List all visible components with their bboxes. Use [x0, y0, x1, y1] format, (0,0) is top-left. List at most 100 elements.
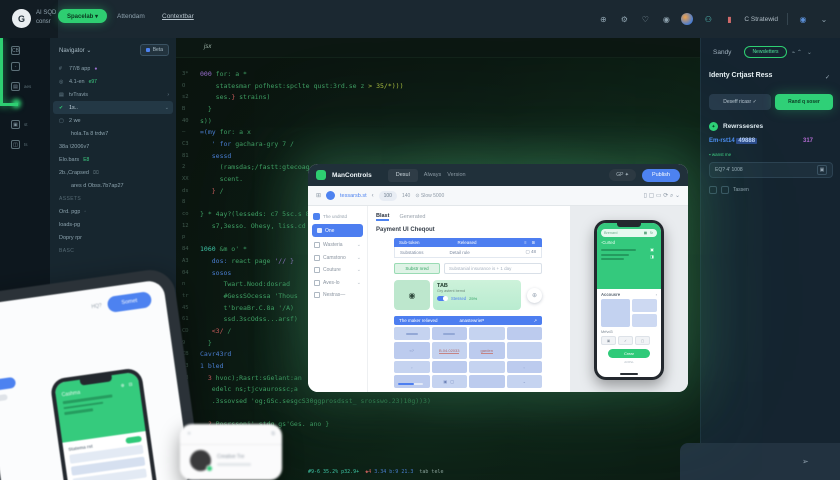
window-tab-design[interactable]: Desul	[388, 169, 418, 182]
segment-option[interactable]: ▢	[635, 336, 650, 345]
globe-avatar-icon[interactable]	[681, 13, 693, 25]
rail-item[interactable]: ▣st	[11, 120, 28, 129]
value-field[interactable]: EQ? 4' 1008 ▣	[709, 162, 833, 178]
phone-cta-button[interactable]: Crear	[608, 349, 650, 358]
gear-icon[interactable]: ⚙	[618, 13, 630, 25]
grid-cell[interactable]: ⌄	[507, 375, 543, 388]
resource-link[interactable]: Em-rst14 49888	[709, 138, 757, 144]
filter-tag[interactable]: Substr nred	[394, 263, 440, 274]
tablet-primary-button[interactable]: Somet	[107, 291, 153, 313]
rail-item[interactable]: CB	[11, 46, 20, 55]
card-link[interactable]: Stessed	[451, 296, 466, 301]
users-icon[interactable]: ⚇	[702, 13, 714, 25]
explorer-item[interactable]: hola.Ta 8 trdw7	[50, 127, 176, 140]
project-link[interactable]: tessarsb.st	[340, 193, 367, 199]
dashboard-sidebar-item[interactable]: Aves-lo⌄	[308, 277, 367, 290]
rail-item[interactable]: ◦	[11, 62, 20, 71]
back-icon[interactable]: ‹	[372, 193, 374, 199]
rail-item[interactable]: ▤aes	[11, 82, 31, 91]
rail-item[interactable]: ◫ts	[11, 140, 28, 149]
heart-icon[interactable]: ♡	[639, 13, 651, 25]
grid-cell[interactable]: ▫	[507, 361, 543, 373]
nav-item-1[interactable]: Attendam	[117, 13, 145, 20]
grid-cell[interactable]	[469, 361, 505, 373]
grid-cell[interactable]	[601, 299, 630, 327]
expand-icon[interactable]: ↗	[534, 318, 537, 323]
phone-search-bar[interactable]: Brenard ▦ ↻	[601, 229, 657, 237]
add-button[interactable]: ⊕	[527, 288, 542, 303]
window-menu-2[interactable]: Version	[447, 172, 465, 178]
dashboard-sidebar-item[interactable]: Camstono⌄	[308, 252, 367, 265]
copy-icon[interactable]: ▣	[650, 247, 654, 252]
beta-toggle[interactable]: Beta	[140, 44, 169, 56]
target-icon[interactable]: ⊕	[597, 13, 609, 25]
editor-tab-jsx[interactable]: jsx	[204, 44, 211, 50]
panel-list-row[interactable]: Tassen	[709, 186, 749, 194]
grid-cell[interactable]: ≈?	[394, 342, 430, 359]
explorer-item[interactable]: ◎4.1-ene97	[50, 75, 176, 88]
close-icon[interactable]: ✕	[187, 431, 191, 437]
table-header-icons[interactable]: ≡ ⊞	[524, 240, 537, 245]
device-toolbar-icons[interactable]: ▯ ▢ ▭ ⟳ ⌕ ⌄	[644, 192, 680, 200]
tab-card[interactable]: TAB Gry astent bemd Stessed 25%	[433, 280, 521, 310]
newsletters-pill[interactable]: Newsletters	[744, 46, 786, 58]
window-titlebar[interactable]: ManControls Desul Always Version GP ✦ Pu…	[308, 164, 688, 186]
send-icon[interactable]: ➢	[802, 457, 809, 466]
panel-chevron-icon[interactable]: ⌄	[807, 49, 812, 56]
explorer-item[interactable]: loads-pg	[50, 218, 176, 231]
dashboard-sidebar-item[interactable]: Wasteria⌄	[308, 239, 367, 252]
cell-link[interactable]: B.04.02033	[439, 348, 459, 354]
chevron-down-icon[interactable]: ⌄	[818, 13, 830, 25]
grid-cell[interactable]: ▣ ▢	[432, 375, 468, 388]
qr-icon[interactable]: ◨	[650, 254, 654, 259]
tablet-blue-pill[interactable]	[0, 377, 16, 392]
grid-cell[interactable]	[632, 299, 657, 312]
dashboard-sidebar-item[interactable]: Nestras—	[308, 289, 367, 302]
panel-mini-icons[interactable]: ⌁ ⌃	[792, 49, 802, 56]
grid-cell[interactable]: ▫	[394, 361, 430, 373]
bookmark-icon[interactable]: ▮	[723, 13, 735, 25]
user-icon[interactable]: ◉	[797, 13, 809, 25]
shield-icon[interactable]: ◉	[660, 13, 672, 25]
explorer-title[interactable]: Navigator ⌄	[59, 47, 140, 54]
content-tab-basic[interactable]: Blast	[376, 213, 389, 221]
grid-cell[interactable]: B.04.02033	[432, 342, 468, 359]
collab-pill[interactable]: GP ✦	[609, 169, 636, 181]
grid-icon[interactable]: ⊞	[316, 192, 321, 199]
avatar[interactable]	[326, 191, 335, 200]
grid-cell[interactable]	[394, 375, 430, 388]
explorer-item[interactable]: Ord. pgp▫	[50, 205, 176, 218]
explorer-item[interactable]: 38a \2006v7	[50, 140, 176, 153]
cell-icons[interactable]: ▣ ▢	[443, 379, 455, 384]
toggle-switch[interactable]	[437, 296, 448, 302]
icon-card[interactable]: ◉	[394, 280, 430, 310]
grid-cell[interactable]	[432, 361, 468, 373]
cell-link[interactable]: garden	[481, 348, 493, 354]
user-name[interactable]: C Stratewid	[744, 16, 778, 23]
copy-icon[interactable]: ▣	[817, 165, 827, 175]
segment-option[interactable]: ▣	[601, 336, 616, 345]
confirm-button[interactable]: Rand q soser	[775, 94, 833, 110]
dashboard-sidebar-item[interactable]: Couture⌄	[308, 264, 367, 277]
grid-cell[interactable]	[469, 375, 505, 388]
grid-cell[interactable]	[394, 327, 430, 340]
window-menu-1[interactable]: Always	[424, 172, 441, 178]
explorer-item[interactable]: #77/8 app●	[50, 62, 176, 75]
secondary-button[interactable]: Deseff ricasr ✓	[709, 94, 771, 110]
phone-section-header[interactable]: Accousre ›	[601, 292, 657, 297]
app-logo[interactable]: G	[12, 9, 31, 28]
publish-button[interactable]: Publish	[642, 169, 680, 182]
workspace-button[interactable]: Spacelab ▾	[58, 9, 107, 23]
table-row[interactable]: Substations Detail rule ▢ 48	[394, 247, 542, 258]
explorer-item[interactable]: 2b.,Crapsed⌧	[50, 166, 176, 179]
explorer-item[interactable]: ▢2 we	[50, 114, 176, 127]
grid-cell[interactable]	[507, 327, 543, 340]
explorer-item[interactable]: ✔1s..⌄	[53, 101, 173, 114]
nav-item-2[interactable]: Contextbar	[162, 13, 194, 20]
segment-option[interactable]: ✓	[618, 336, 633, 345]
explorer-item[interactable]: Elo.barsE8	[50, 153, 176, 166]
grid-cell[interactable]: garden	[469, 342, 505, 359]
grid-cell[interactable]	[632, 314, 657, 327]
explorer-item[interactable]: ares d Obss.7b7ap27	[50, 179, 176, 192]
grid-cell[interactable]	[507, 342, 543, 359]
